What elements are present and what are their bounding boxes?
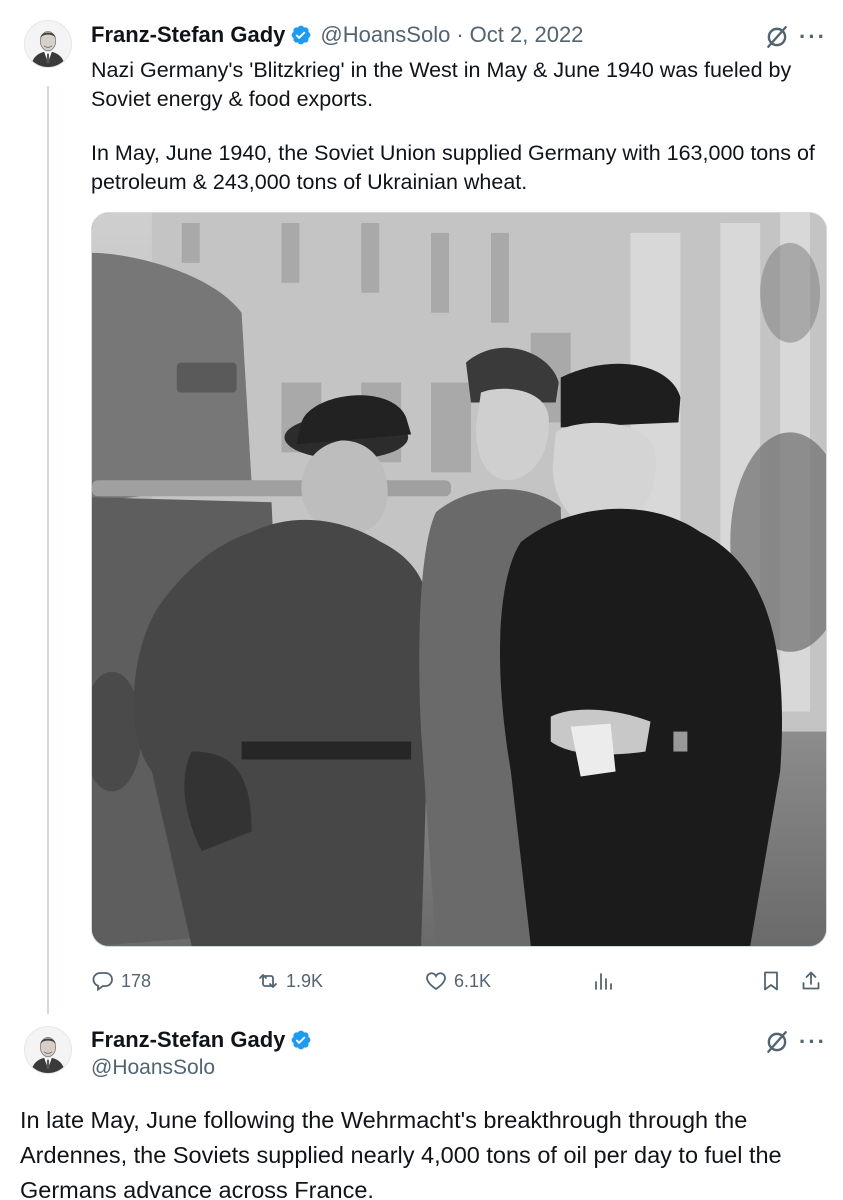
- author-name[interactable]: Franz-Stefan Gady: [91, 1027, 285, 1053]
- reply-count: 178: [121, 970, 152, 991]
- share-button[interactable]: [799, 964, 829, 998]
- separator-dot: ·: [456, 22, 464, 47]
- author-handle[interactable]: @HoansSolo: [320, 22, 450, 48]
- tweet1-paragraph: In May, June 1940, the Soviet Union supp…: [91, 141, 815, 194]
- tweet-date[interactable]: Oct 2, 2022: [470, 22, 584, 48]
- avatar-portrait-icon: [25, 21, 71, 67]
- repost-button[interactable]: 1.9K: [256, 964, 323, 998]
- verified-badge-icon[interactable]: [290, 24, 312, 46]
- avatar-portrait-icon: [25, 1027, 71, 1073]
- like-count: 6.1K: [454, 970, 492, 991]
- bookmark-icon: [764, 971, 778, 991]
- like-icon: [426, 972, 446, 991]
- reply-button[interactable]: 178: [91, 964, 151, 998]
- bookmark-button[interactable]: [759, 964, 789, 998]
- share-icon: [802, 971, 820, 990]
- more-icon[interactable]: ···: [798, 22, 828, 52]
- thread-connector: [47, 86, 49, 1014]
- tweet2-text: In late May, June following the Wehrmach…: [20, 1107, 782, 1200]
- views-button[interactable]: [591, 964, 621, 998]
- grok-icon[interactable]: [762, 22, 792, 52]
- avatar[interactable]: [24, 20, 72, 68]
- thread-page: Franz-Stefan Gady @HoansSolo · Oct 2, 20…: [0, 0, 843, 1200]
- repost-icon: [259, 974, 277, 988]
- grok-icon[interactable]: [762, 1027, 792, 1057]
- repost-count: 1.9K: [286, 970, 324, 991]
- views-icon: [595, 973, 612, 990]
- tweet1-paragraph: Nazi Germany's 'Blitzkrieg' in the West …: [91, 58, 792, 111]
- tweet1-text: Nazi Germany's 'Blitzkrieg' in the West …: [91, 56, 821, 197]
- historical-photo-image: [92, 213, 826, 946]
- tweet1-header: Franz-Stefan Gady @HoansSolo · Oct 2, 20…: [91, 22, 583, 48]
- tweet-photo[interactable]: [91, 212, 827, 947]
- author-handle[interactable]: @HoansSolo: [91, 1056, 215, 1080]
- like-button[interactable]: 6.1K: [424, 964, 491, 998]
- more-icon[interactable]: ···: [798, 1027, 828, 1057]
- reply-icon: [92, 972, 113, 992]
- verified-badge-icon[interactable]: [290, 1029, 312, 1051]
- avatar[interactable]: [24, 1026, 72, 1074]
- tweet2-header: Franz-Stefan Gady: [91, 1027, 312, 1053]
- tweet1-action-bar: 178 1.9K 6.1K: [91, 964, 827, 998]
- author-name[interactable]: Franz-Stefan Gady: [91, 22, 285, 48]
